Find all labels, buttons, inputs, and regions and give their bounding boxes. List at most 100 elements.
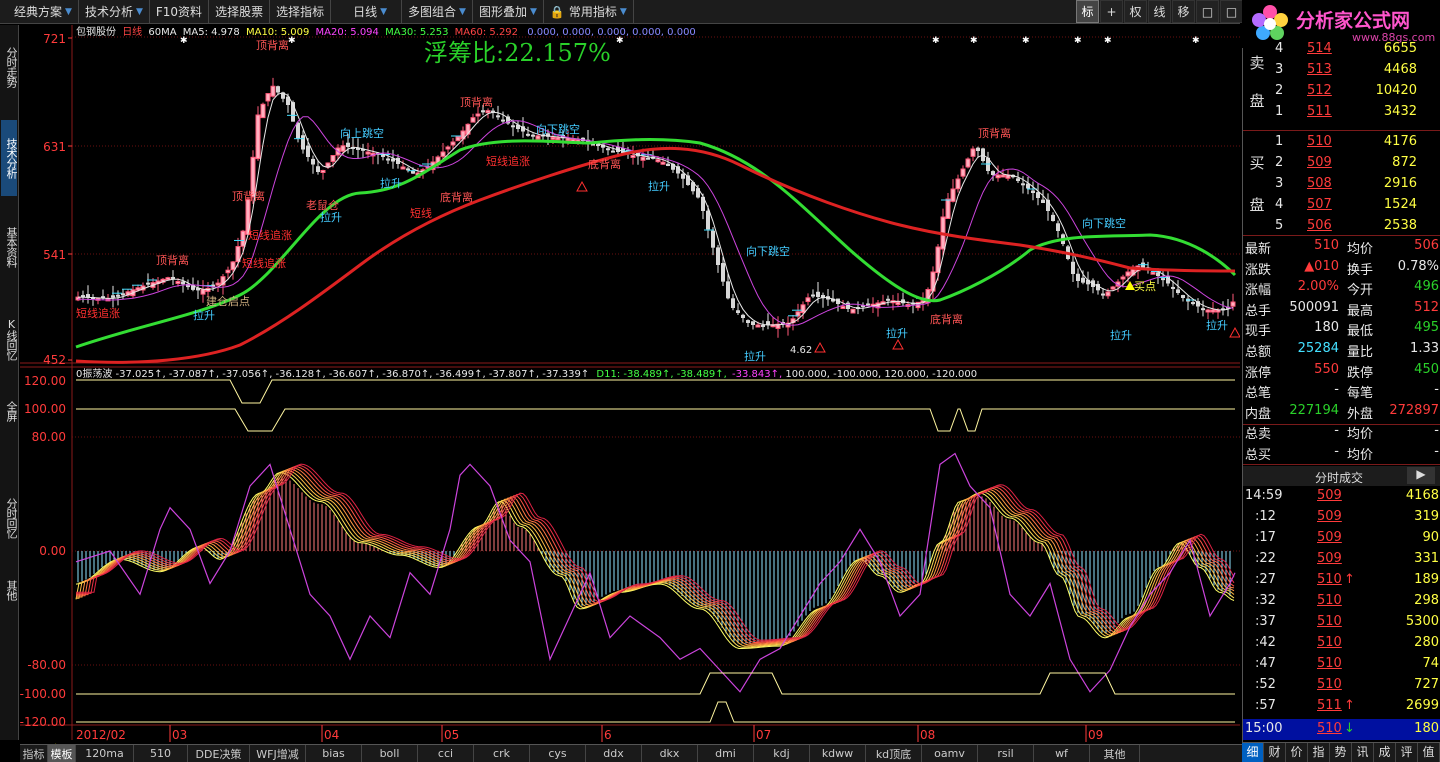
tab-basic-info[interactable]: 基本资料 <box>1 209 18 285</box>
scheme-menu[interactable]: 经典方案 ▼ <box>0 0 79 23</box>
indicator-tab[interactable]: DDE决策 <box>188 745 250 762</box>
indicator-tab[interactable]: 其他 <box>1090 745 1140 762</box>
candle-body <box>736 310 740 313</box>
candle-body <box>450 141 456 146</box>
buy-order-row[interactable]: 3 508 2916 <box>1243 173 1440 194</box>
chart-area[interactable]: 721 631 541 452 包钢股份 日线 60MA MA5: 4.978 … <box>20 25 1240 742</box>
order-level: 3 <box>1275 62 1284 77</box>
expand-arrow-icon[interactable]: ▶ <box>1407 467 1435 484</box>
buy-order-row[interactable]: 2 509 872 <box>1243 152 1440 173</box>
indicator-header: 0振荡波 -37.025↑, -37.087↑, -37.056↑, -36.1… <box>76 367 977 380</box>
indicator-tab[interactable]: kdww <box>810 745 866 762</box>
indicator-tab[interactable]: rsil <box>978 745 1034 762</box>
tab-tech-analysis[interactable]: 技术分析 <box>1 120 18 196</box>
tab-kline-recall[interactable]: K线回忆 <box>1 301 18 377</box>
tab-fullscreen[interactable]: 全屏 <box>1 391 18 431</box>
sell-order-row[interactable]: 4 514 6655 <box>1243 38 1440 59</box>
buy-order-row[interactable]: 4 507 1524 <box>1243 194 1440 215</box>
toolbar-right-group: 标 + 权 线 移 □ □ <box>1075 0 1243 24</box>
info-tab[interactable]: 财 <box>1264 743 1286 762</box>
candle-body <box>301 135 305 150</box>
indicator-tab[interactable]: 510 <box>134 745 188 762</box>
indicator-tab[interactable]: oamv <box>922 745 978 762</box>
sell-order-row[interactable]: 2 512 10420 <box>1243 80 1440 101</box>
f10-button[interactable]: F10资料 <box>150 0 210 23</box>
event-marker-icon: ✱ <box>932 36 940 46</box>
price-tick: 452 <box>43 353 66 367</box>
quote-label: 今开 <box>1347 283 1374 299</box>
event-marker-icon: ✱ <box>288 36 296 46</box>
info-tab[interactable]: 评 <box>1396 743 1418 762</box>
quote-row: 现手 180 最低 495 <box>1243 318 1440 339</box>
candle-body <box>850 308 856 314</box>
crosshair-button[interactable]: + <box>1100 0 1123 23</box>
candle-body <box>470 117 476 123</box>
indicator-tab[interactable]: boll <box>362 745 418 762</box>
tick-price: 510 <box>1317 593 1342 608</box>
sell-order-row[interactable]: 3 513 4468 <box>1243 59 1440 80</box>
tab-intraday-recall[interactable]: 分时回忆 <box>1 480 18 556</box>
ticks-header[interactable]: 分时成交 ▶ <box>1243 466 1440 486</box>
buy-order-row[interactable]: 5 506 2538 <box>1243 215 1440 236</box>
candle-body <box>970 148 976 157</box>
info-tab[interactable]: 细 <box>1242 743 1264 762</box>
indicator-tab[interactable]: WFJ增减 <box>250 745 306 762</box>
multi-chart-menu[interactable]: 多图组合 ▼ <box>402 0 473 23</box>
maximize-button[interactable]: □ <box>1220 0 1243 23</box>
indicator-tab[interactable]: cci <box>418 745 474 762</box>
mark-button[interactable]: 标 <box>1076 0 1099 23</box>
candle-body <box>955 178 961 190</box>
tech-analysis-menu[interactable]: 技术分析 ▼ <box>79 0 150 23</box>
indicator-tab[interactable]: 模板 <box>48 745 76 762</box>
info-tab[interactable]: 讯 <box>1352 743 1374 762</box>
period-menu[interactable]: 日线 ▼ <box>339 0 403 23</box>
candle-body <box>200 288 206 295</box>
candle-body <box>440 151 446 157</box>
candle-body <box>1181 295 1185 298</box>
select-stock-button[interactable]: 选择股票 <box>209 0 271 23</box>
buy-order-row[interactable]: 1 510 4176 <box>1243 131 1440 152</box>
sell-order-row[interactable]: 1 511 3432 <box>1243 101 1440 122</box>
indicator-tab[interactable]: crk <box>474 745 530 762</box>
info-tab[interactable]: 势 <box>1330 743 1352 762</box>
indicator-tab[interactable]: 指标 <box>20 745 48 762</box>
candle-body <box>455 136 461 142</box>
quote-label: 总额 <box>1245 345 1272 360</box>
info-tab[interactable]: 指 <box>1308 743 1330 762</box>
info-tab[interactable]: 成 <box>1374 743 1396 762</box>
candle-body <box>445 146 451 150</box>
info-tab[interactable]: 值 <box>1418 743 1440 762</box>
left-vertical-tabs: 分时走势 技术分析 基本资料 K线回忆 全屏 分时回忆 其他 <box>0 25 19 740</box>
quote-value: 1.33 <box>1410 341 1439 356</box>
tick-row: :52 510 727 <box>1243 675 1440 696</box>
indicator-tab[interactable]: bias <box>306 745 362 762</box>
candle-body <box>1101 293 1105 296</box>
indicator-tab[interactable]: dkx <box>642 745 698 762</box>
svg-text:0.00: 0.00 <box>39 544 66 558</box>
indicator-tab[interactable]: kd顶底 <box>866 745 922 762</box>
select-indicator-button[interactable]: 选择指标 <box>270 0 332 23</box>
indicator-tab[interactable]: ddx <box>586 745 642 762</box>
rights-button[interactable]: 权 <box>1124 0 1147 23</box>
candle-body <box>171 276 175 279</box>
indicator-tabs: 指标 模板 120ma 510 DDE决策 WFJ增减 bias boll cci crk cys d… <box>20 744 1242 762</box>
tab-other[interactable]: 其他 <box>1 570 18 610</box>
tab-intraday[interactable]: 分时走势 <box>1 29 18 105</box>
quote-row: 总笔 - 每笔 - <box>1243 380 1440 401</box>
line-button[interactable]: 线 <box>1148 0 1171 23</box>
overlay-menu[interactable]: 图形叠加 ▼ <box>473 0 544 23</box>
common-indicator-menu[interactable]: 🔒 常用指标 ▼ <box>544 0 634 23</box>
candle-body <box>386 158 390 161</box>
order-volume: 2538 <box>1383 218 1417 233</box>
move-button[interactable]: 移 <box>1172 0 1195 23</box>
indicator-tab[interactable]: kdj <box>754 745 810 762</box>
indicator-tab[interactable]: dmi <box>698 745 754 762</box>
tick-row: :12 509 319 <box>1243 507 1440 528</box>
indicator-tab[interactable]: wf <box>1034 745 1090 762</box>
top-divergence-label: 顶背离 <box>232 189 265 203</box>
window-button[interactable]: □ <box>1196 0 1219 23</box>
indicator-tab[interactable]: 120ma <box>76 745 134 762</box>
order-volume: 4176 <box>1383 134 1417 149</box>
indicator-tab[interactable]: cys <box>530 745 586 762</box>
info-tab[interactable]: 价 <box>1286 743 1308 762</box>
